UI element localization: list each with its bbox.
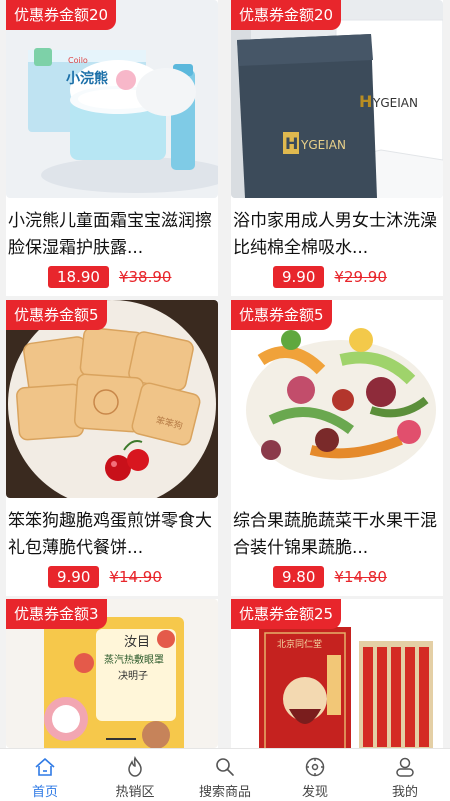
towel-brand-text: YGEIAN: [373, 96, 418, 110]
price-row: 9.80 ¥14.80: [273, 565, 387, 589]
product-title[interactable]: 笨笨狗趣脆鸡蛋煎饼零食大礼包薄脆代餐饼...: [8, 508, 218, 562]
eye-brand-text: 汝目: [124, 635, 151, 650]
flame-icon: [128, 756, 142, 777]
coupon-badge: 优惠券金额5: [6, 300, 107, 330]
product-title[interactable]: 综合果蔬脆蔬菜干水果干混合装什锦果蔬脆...: [233, 508, 443, 562]
tea-brand-text: 北京同仁堂: [277, 640, 323, 650]
price-row: 18.90 ¥38.90: [48, 265, 171, 289]
coupon-badge: 优惠券金额20: [231, 0, 342, 30]
product-card[interactable]: 汝目 蒸汽热敷眼罩 决明子 优惠券金额3: [6, 599, 218, 748]
home-icon: [35, 758, 55, 776]
search-icon: [216, 758, 234, 776]
tab-label: 搜索商品: [198, 785, 251, 800]
towel-brand-text-2: YGEIAN: [301, 138, 346, 152]
sale-price: 9.80: [273, 566, 325, 588]
coupon-badge: 优惠券金额5: [231, 300, 332, 330]
tab-hot-sale[interactable]: 热销区: [90, 749, 180, 801]
cream-brand-text: 小浣熊: [66, 71, 108, 87]
original-price: ¥29.90: [334, 268, 387, 286]
product-card[interactable]: 优惠券金额5 综合果蔬脆蔬菜干水果干混合装什锦果蔬脆... 9.80 ¥14.8…: [231, 300, 443, 596]
product-title[interactable]: 小浣熊儿童面霜宝宝滋润擦脸保湿霜护肤露...: [8, 208, 218, 262]
bottom-tab-bar: 首页 热销区 搜索商品 发现 我的: [0, 748, 450, 801]
tab-discover[interactable]: 发现: [270, 749, 360, 801]
tab-search[interactable]: 搜索商品: [180, 749, 270, 801]
user-icon: [396, 757, 414, 777]
compass-icon: [305, 757, 325, 777]
price-row: 9.90 ¥14.90: [48, 565, 162, 589]
original-price: ¥14.80: [334, 568, 387, 586]
coupon-badge: 优惠券金额20: [6, 0, 117, 30]
original-price: ¥38.90: [118, 268, 172, 286]
product-card[interactable]: 笨笨狗 优惠券金额5 笨笨狗趣脆鸡蛋煎饼零食大礼包薄脆代餐饼... 9.90 ¥…: [6, 300, 218, 596]
tab-label: 我的: [391, 785, 418, 800]
coupon-badge: 优惠券金额25: [231, 599, 342, 629]
towel-initial-text-2: H: [285, 134, 299, 153]
eye-line1-text: 蒸汽热敷眼罩: [104, 655, 164, 666]
tab-profile[interactable]: 我的: [360, 749, 450, 801]
sale-price: 9.90: [273, 266, 325, 288]
product-title[interactable]: 浴巾家用成人男女士沐洗澡比纯棉全棉吸水...: [233, 208, 443, 262]
eye-line2-text: 决明子: [118, 671, 148, 682]
original-price: ¥14.90: [109, 568, 162, 586]
tab-label: 发现: [301, 785, 328, 800]
tab-label: 热销区: [115, 785, 155, 800]
sale-price: 18.90: [48, 266, 109, 288]
product-card[interactable]: 北京同仁堂 优惠券金额25: [231, 599, 443, 748]
tab-home[interactable]: 首页: [0, 749, 90, 801]
product-feed[interactable]: 小浣熊 Coilo 优惠券金额20 小浣熊儿童面霜宝宝滋润擦脸保湿霜护肤露...…: [0, 0, 450, 748]
tab-label: 首页: [31, 785, 58, 800]
towel-initial-text: H: [359, 92, 373, 111]
product-card[interactable]: H YGEIAN H YGEIAN 优惠券金额20 浴巾家用成人男女士沐洗澡比纯…: [231, 0, 443, 296]
sale-price: 9.90: [48, 566, 100, 588]
price-row: 9.90 ¥29.90: [273, 265, 387, 289]
coupon-badge: 优惠券金额3: [6, 599, 107, 629]
cream-brand-small-text: Coilo: [68, 56, 88, 65]
product-card[interactable]: 小浣熊 Coilo 优惠券金额20 小浣熊儿童面霜宝宝滋润擦脸保湿霜护肤露...…: [6, 0, 218, 296]
